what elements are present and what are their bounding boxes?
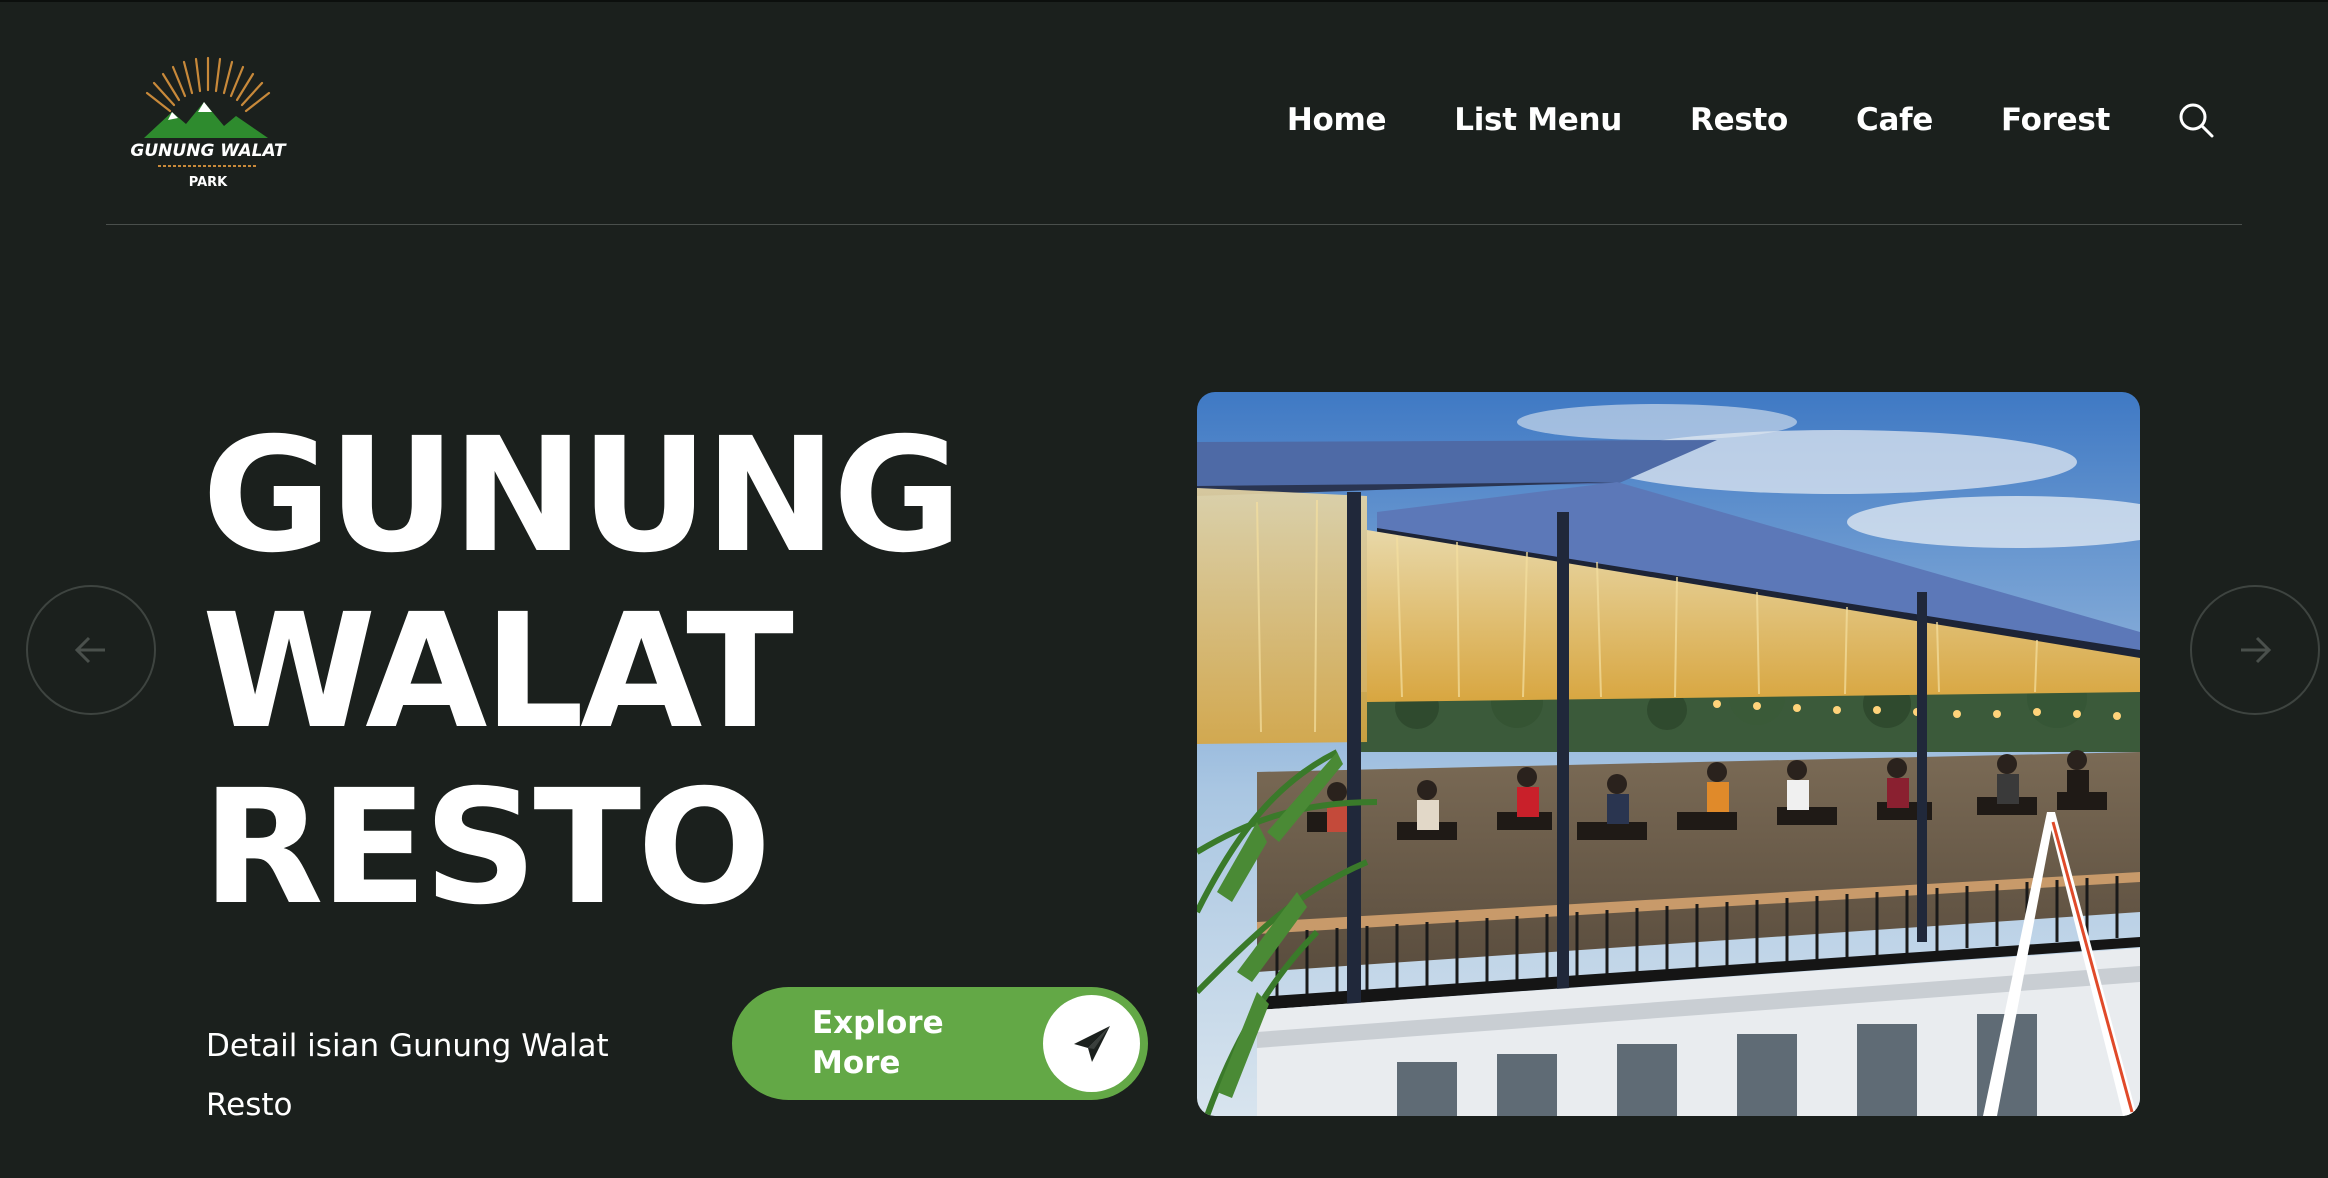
logo-brand-text: GUNUNG WALAT <box>130 141 287 161</box>
hero-title: GUNUNG WALAT RESTO <box>202 404 962 940</box>
top-border <box>0 0 2328 2</box>
header-divider <box>106 224 2242 225</box>
nav-home[interactable]: Home <box>1287 102 1387 138</box>
search-icon[interactable] <box>2176 100 2216 140</box>
hero-title-line: GUNUNG <box>202 404 962 588</box>
logo[interactable]: GUNUNG WALAT PARK <box>128 54 288 194</box>
logo-mark: GUNUNG WALAT PARK <box>130 56 287 190</box>
hero-title-line: WALAT <box>202 580 794 764</box>
arrow-left-icon <box>74 636 105 664</box>
nav-resto[interactable]: Resto <box>1690 102 1788 138</box>
paper-plane-icon <box>1073 1025 1110 1062</box>
arrow-right-icon <box>2241 636 2272 664</box>
hero-image <box>1197 392 2140 1116</box>
main-nav: Home List Menu Resto Cafe Forest <box>1287 96 2216 144</box>
logo-sub-text: PARK <box>189 175 228 190</box>
hero-title-line: RESTO <box>202 756 771 940</box>
explore-more-label: Explore More <box>812 1005 944 1081</box>
nav-cafe[interactable]: Cafe <box>1856 102 1933 138</box>
carousel-prev-button[interactable] <box>26 585 156 715</box>
carousel-next-button[interactable] <box>2190 585 2320 715</box>
explore-more-button[interactable]: Explore More <box>732 987 1148 1100</box>
hero-subtitle: Detail isian Gunung Walat Resto <box>206 1028 609 1123</box>
nav-forest[interactable]: Forest <box>2001 102 2110 138</box>
nav-list-menu[interactable]: List Menu <box>1454 102 1622 138</box>
explore-icon-circle <box>1043 995 1140 1092</box>
